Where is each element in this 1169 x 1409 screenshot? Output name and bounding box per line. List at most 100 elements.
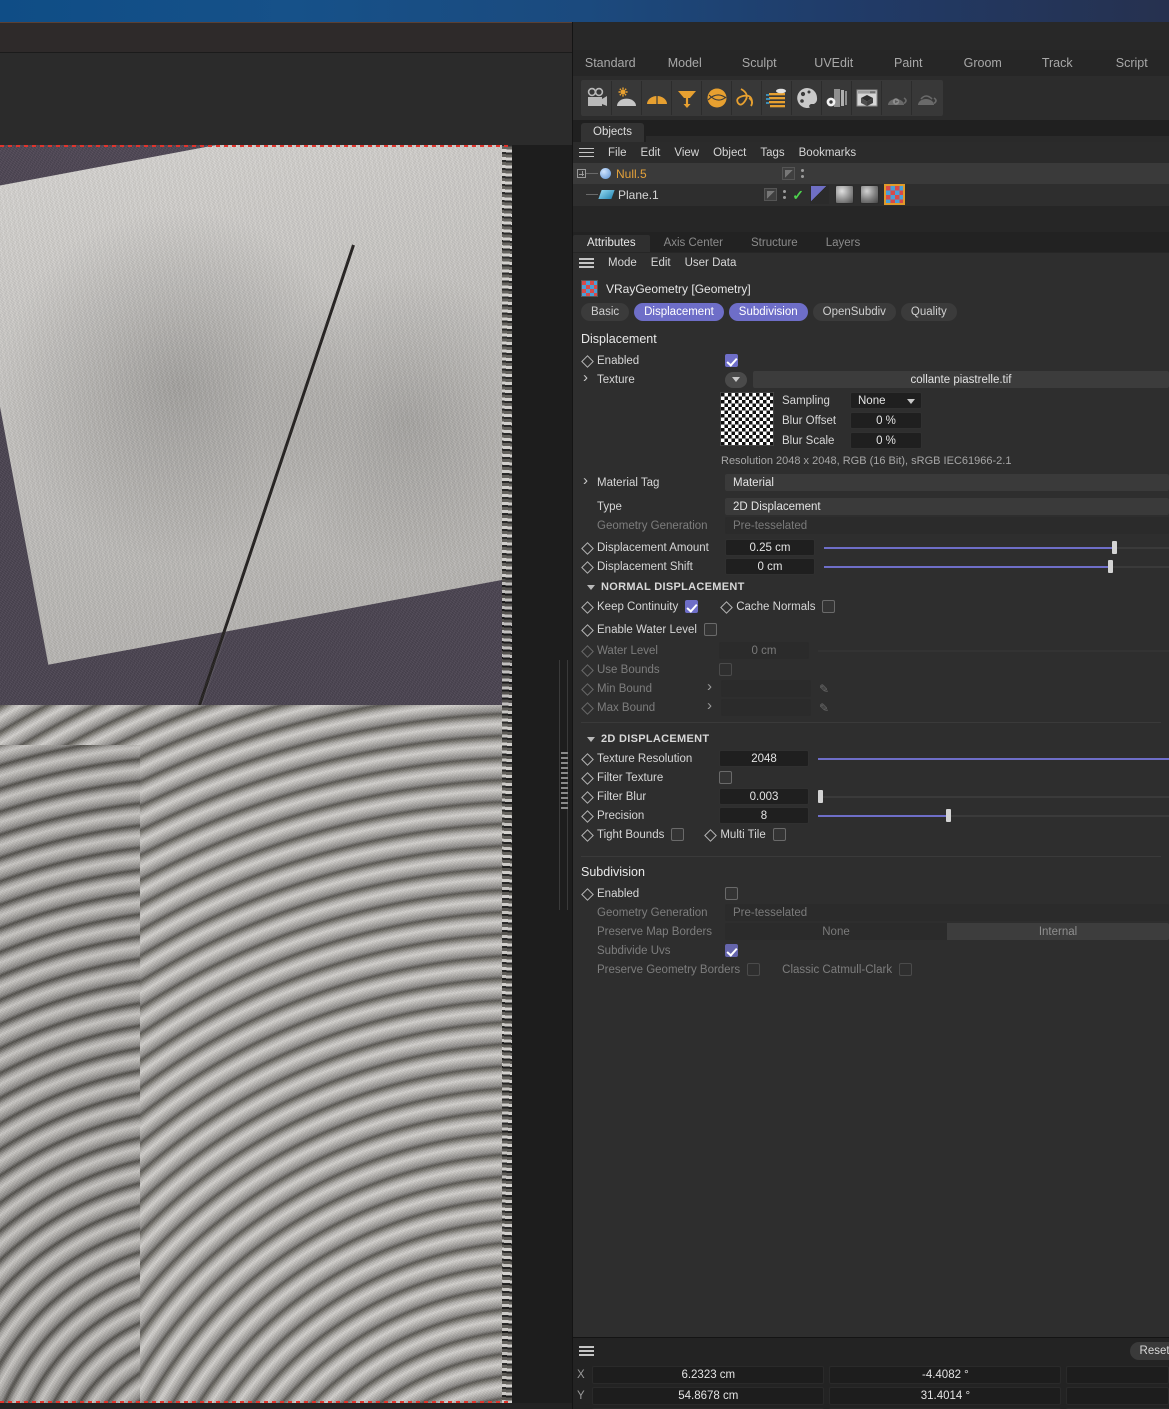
checkbox-enable-water-level[interactable]	[704, 623, 717, 636]
filter-blur-field[interactable]: 0.003	[719, 788, 809, 805]
displacement-amount-field[interactable]: 0.25 cm	[725, 539, 815, 556]
position-x-field[interactable]: 6.2323 cm	[592, 1366, 824, 1384]
keyframe-diamond-icon[interactable]	[581, 355, 593, 367]
displacement-shift-field[interactable]: 0 cm	[725, 558, 815, 575]
keyframe-diamond-icon[interactable]	[581, 888, 593, 900]
checkbox-keep-continuity[interactable]	[685, 600, 698, 613]
pill-opensubdiv[interactable]: OpenSubdiv	[813, 303, 896, 321]
keyframe-diamond-icon[interactable]	[581, 810, 593, 822]
viewport-render[interactable]	[0, 145, 512, 1403]
checkbox-tight-bounds[interactable]	[671, 828, 684, 841]
expand-chevron-icon[interactable]	[705, 702, 717, 714]
checkbox-filter-texture[interactable]	[719, 771, 732, 784]
render-view-icon[interactable]	[852, 81, 882, 115]
reset-transform-button[interactable]: Reset Tr	[1130, 1342, 1169, 1360]
preserve-map-borders-segmented[interactable]: None Internal	[725, 923, 1169, 940]
vray-geometry-tag-icon[interactable]	[885, 185, 904, 204]
scale-x-field[interactable]	[1066, 1366, 1169, 1384]
visibility-dots-icon[interactable]	[801, 169, 804, 178]
object-manager-burger-icon[interactable]	[579, 145, 594, 160]
texture-dropdown-button[interactable]	[725, 372, 747, 388]
filter-blur-slider[interactable]	[818, 788, 1169, 805]
light-icon[interactable]	[612, 81, 642, 115]
visibility-dots-icon[interactable]	[783, 190, 786, 199]
menu-edit-attr[interactable]: Edit	[651, 257, 671, 269]
expand-chevron-icon[interactable]	[581, 374, 593, 386]
menu-user-data[interactable]: User Data	[685, 257, 737, 269]
expand-icon[interactable]	[577, 169, 586, 178]
pill-quality[interactable]: Quality	[901, 303, 957, 321]
object-name-plane1[interactable]: Plane.1	[618, 188, 659, 202]
precision-field[interactable]: 8	[719, 807, 809, 824]
keyframe-diamond-icon[interactable]	[581, 772, 593, 784]
2d-displacement-subsection-header[interactable]: 2D DISPLACEMENT	[573, 728, 1169, 749]
precision-slider[interactable]	[818, 807, 1169, 824]
scale-y-field[interactable]	[1066, 1387, 1169, 1405]
blur-scale-field[interactable]: 0 %	[850, 432, 922, 449]
spline-icon[interactable]	[732, 81, 762, 115]
mode-tab-uvedit[interactable]: UVEdit	[797, 50, 872, 76]
segment-internal[interactable]: Internal	[947, 923, 1169, 940]
tab-objects[interactable]: Objects	[581, 123, 644, 142]
normal-displacement-subsection-header[interactable]: NORMAL DISPLACEMENT	[573, 576, 1169, 597]
tree-row-null5[interactable]: Null.5	[573, 163, 1169, 184]
checkbox-cache-normals[interactable]	[822, 600, 835, 613]
floor-icon[interactable]	[642, 81, 672, 115]
keyframe-diamond-icon[interactable]	[704, 829, 716, 841]
sphere-primitive-icon[interactable]	[702, 81, 732, 115]
keyframe-diamond-icon[interactable]	[720, 601, 732, 613]
texture-resolution-field[interactable]: 2048	[719, 750, 809, 767]
menu-mode[interactable]: Mode	[608, 257, 637, 269]
expand-chevron-icon[interactable]	[581, 477, 593, 489]
keyframe-diamond-icon[interactable]	[581, 791, 593, 803]
tree-row-plane1[interactable]: Plane.1 ✓	[573, 184, 1169, 205]
keyframe-diamond-icon[interactable]	[581, 753, 593, 765]
displacement-shift-slider[interactable]	[824, 558, 1169, 575]
keyframe-diamond-icon[interactable]	[581, 542, 593, 554]
texture-resolution-slider[interactable]	[818, 750, 1169, 767]
material-tag-icon[interactable]	[860, 185, 879, 204]
tab-attributes[interactable]: Attributes	[573, 235, 650, 252]
coordinates-burger-icon[interactable]	[579, 1343, 594, 1358]
blur-offset-field[interactable]: 0 %	[850, 412, 922, 429]
render-settings-icon[interactable]	[822, 81, 852, 115]
panel-resize-handle[interactable]	[558, 745, 570, 815]
material-tag-icon[interactable]	[835, 185, 854, 204]
checkbox-subdivision-enabled[interactable]	[725, 887, 738, 900]
checkbox-multi-tile[interactable]	[773, 828, 786, 841]
menu-bookmarks[interactable]: Bookmarks	[799, 147, 857, 159]
mode-tab-groom[interactable]: Groom	[946, 50, 1021, 76]
mode-tab-track[interactable]: Track	[1020, 50, 1095, 76]
tab-layers[interactable]: Layers	[812, 235, 875, 252]
rotation-y-field[interactable]: 31.4014 °	[829, 1387, 1061, 1405]
keyframe-diamond-icon[interactable]	[581, 624, 593, 636]
menu-edit[interactable]: Edit	[641, 147, 661, 159]
render-region-toolbar-icon[interactable]	[882, 81, 912, 115]
keyframe-diamond-icon[interactable]	[581, 601, 593, 613]
mode-tab-model[interactable]: Model	[648, 50, 723, 76]
mode-tab-script[interactable]: Script	[1095, 50, 1169, 76]
menu-object[interactable]: Object	[713, 147, 746, 159]
attributes-burger-icon[interactable]	[579, 255, 594, 270]
pill-displacement[interactable]: Displacement	[634, 303, 724, 321]
checkbox-subdivide-uvs[interactable]	[725, 944, 738, 957]
material-icon[interactable]	[792, 81, 822, 115]
pill-subdivision[interactable]: Subdivision	[729, 303, 808, 321]
type-select[interactable]: 2D Displacement	[725, 498, 1169, 515]
camera-icon[interactable]	[582, 81, 612, 115]
menu-file[interactable]: File	[608, 147, 627, 159]
segment-none[interactable]: None	[725, 923, 947, 940]
texture-path-field[interactable]: collante piastrelle.tif	[753, 371, 1169, 388]
checkbox-displacement-enabled[interactable]	[725, 354, 738, 367]
phong-tag-icon[interactable]	[810, 185, 829, 204]
rotation-x-field[interactable]: -4.4082 °	[829, 1366, 1061, 1384]
checkbox-classic-catmull-clark[interactable]	[899, 963, 912, 976]
material-tag-field[interactable]: Material	[725, 474, 1169, 491]
expand-chevron-icon[interactable]	[705, 683, 717, 695]
keyframe-diamond-icon[interactable]	[581, 829, 593, 841]
keyframe-diamond-icon[interactable]	[581, 561, 593, 573]
pill-basic[interactable]: Basic	[581, 303, 629, 321]
sampling-select[interactable]: None	[850, 392, 922, 409]
tab-structure[interactable]: Structure	[737, 235, 812, 252]
render-picture-viewer-icon[interactable]	[912, 81, 942, 115]
